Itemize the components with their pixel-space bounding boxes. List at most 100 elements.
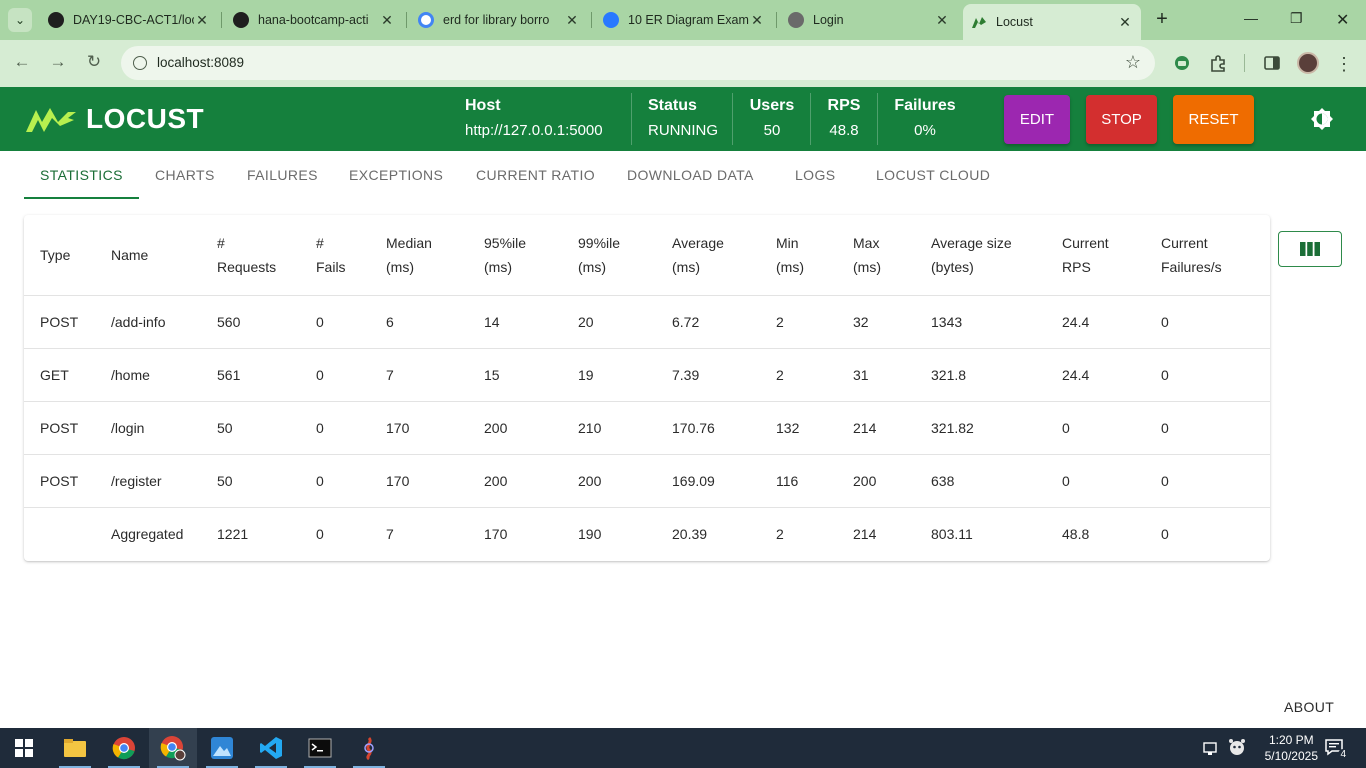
close-tab-icon[interactable]: ✕ — [934, 12, 950, 29]
theme-toggle-icon[interactable] — [1310, 107, 1334, 131]
column-header[interactable]: # Requests — [217, 231, 276, 279]
column-header[interactable]: 95%ile (ms) — [484, 231, 526, 279]
rps-label: RPS — [827, 97, 861, 114]
table-cell: 0 — [316, 473, 324, 489]
tab-logs[interactable]: LOGS — [795, 167, 836, 183]
browser-tab[interactable]: 10 ER Diagram Exam ✕ — [595, 4, 773, 36]
tab-search-button[interactable]: ⌄ — [0, 0, 40, 40]
file-explorer-icon[interactable] — [51, 728, 99, 768]
puzzle-extensions-icon[interactable] — [1208, 54, 1228, 72]
column-header-text: # — [316, 235, 324, 251]
reset-button[interactable]: RESET — [1173, 95, 1254, 144]
photos-icon[interactable] — [198, 728, 246, 768]
status-label: Status — [648, 97, 697, 114]
browser-tab[interactable]: Locust ✕ — [963, 4, 1141, 40]
address-bar[interactable]: localhost:8089 ☆ — [121, 46, 1155, 80]
column-header[interactable]: Name — [111, 243, 148, 267]
column-header-text: Average size — [931, 235, 1012, 251]
table-cell: 24.4 — [1062, 314, 1090, 330]
vscode-icon[interactable] — [247, 728, 295, 768]
windows-start-icon[interactable] — [0, 728, 48, 768]
stop-button[interactable]: STOP — [1086, 95, 1157, 144]
column-header[interactable]: Average (ms) — [672, 231, 724, 279]
minimize-icon[interactable]: — — [1244, 10, 1258, 26]
extension-icon[interactable] — [1172, 54, 1192, 72]
table-row: GET/home 561 0 7 15 19 7.39 2 31 321.8 24.4 0 — [24, 349, 1270, 402]
profile-avatar[interactable] — [1297, 52, 1319, 74]
browser-tab[interactable]: Login ✕ — [780, 4, 958, 36]
tab-locust-cloud[interactable]: LOCUST CLOUD — [876, 167, 990, 183]
browser-tab[interactable]: hana-bootcamp-acti ✕ — [225, 4, 403, 36]
table-cell: 210 — [578, 420, 602, 436]
close-window-icon[interactable]: ✕ — [1336, 10, 1349, 30]
statistics-table: Type Name # Requests # Fails Median (ms) 95%ile (… — [24, 215, 1270, 561]
browser-tab-title: DAY19-CBC-ACT1/loc — [73, 13, 194, 27]
browser-toolbar: ← → ↻ localhost:8089 ☆ ⋮ — [0, 40, 1366, 87]
tab-download-data[interactable]: DOWNLOAD DATA — [627, 167, 754, 183]
table-cell: POST — [40, 473, 79, 489]
close-tab-icon[interactable]: ✕ — [1117, 14, 1133, 31]
chrome-profile-icon[interactable] — [149, 728, 197, 768]
tray-clock[interactable]: 1:20 PM 5/10/2025 — [1265, 732, 1318, 764]
column-header[interactable]: Type — [40, 243, 70, 267]
column-header[interactable]: Current RPS — [1062, 231, 1109, 279]
jmeter-icon[interactable] — [345, 728, 393, 768]
column-header[interactable]: Current Failures/s — [1161, 231, 1222, 279]
close-tab-icon[interactable]: ✕ — [749, 12, 765, 29]
host-value: http://127.0.0.1:5000 — [465, 122, 603, 139]
column-header[interactable]: Median (ms) — [386, 231, 432, 279]
host-stat: Host http://127.0.0.1:5000 — [465, 97, 603, 140]
site-info-icon[interactable] — [133, 56, 147, 70]
tab-charts[interactable]: CHARTS — [155, 167, 215, 183]
rps-stat: RPS 48.8 — [827, 97, 861, 140]
table-cell: 14 — [484, 314, 500, 330]
edit-button[interactable]: EDIT — [1004, 95, 1070, 144]
column-header-text: Requests — [217, 259, 277, 275]
tab-statistics[interactable]: STATISTICS — [40, 167, 123, 183]
header-divider — [732, 93, 733, 145]
browser-tab[interactable]: DAY19-CBC-ACT1/loc ✕ — [40, 4, 218, 36]
network-icon[interactable] — [1203, 740, 1221, 761]
table-cell: 561 — [217, 367, 241, 383]
table-cell: 200 — [484, 420, 508, 436]
restore-icon[interactable]: ❐ — [1290, 10, 1303, 27]
notifications-icon[interactable]: 4 — [1324, 738, 1348, 760]
side-panel-icon[interactable] — [1262, 54, 1282, 72]
close-tab-icon[interactable]: ✕ — [194, 12, 210, 29]
kebab-menu-icon[interactable]: ⋮ — [1334, 54, 1354, 74]
column-header-text: RPS — [1062, 259, 1091, 275]
new-tab-button[interactable]: + — [1151, 8, 1173, 32]
tab-current-ratio[interactable]: CURRENT RATIO — [476, 167, 595, 183]
tray-app-icon[interactable] — [1228, 738, 1246, 761]
column-header[interactable]: # Fails — [316, 231, 346, 279]
address-url[interactable]: localhost:8089 — [157, 55, 244, 70]
table-cell: 0 — [1161, 526, 1169, 542]
chrome-icon[interactable] — [100, 728, 148, 768]
browser-tab-title: hana-bootcamp-acti — [258, 13, 369, 27]
column-header[interactable]: Max (ms) — [853, 231, 881, 279]
column-selector-button[interactable] — [1278, 231, 1342, 267]
table-cell: 32 — [853, 314, 869, 330]
back-arrow-icon[interactable]: ← — [10, 52, 34, 74]
table-cell: /login — [111, 420, 145, 436]
table-cell: 7.39 — [672, 367, 700, 383]
tab-failures[interactable]: FAILURES — [247, 167, 318, 183]
table-cell: 0 — [1161, 314, 1169, 330]
bookmark-star-icon[interactable]: ☆ — [1125, 52, 1141, 73]
terminal-icon[interactable] — [296, 728, 344, 768]
table-cell: 200 — [853, 473, 877, 489]
tab-exceptions[interactable]: EXCEPTIONS — [349, 167, 443, 183]
about-link[interactable]: ABOUT — [1284, 699, 1334, 715]
column-header[interactable]: 99%ile (ms) — [578, 231, 620, 279]
toolbar-divider — [1244, 54, 1245, 72]
close-tab-icon[interactable]: ✕ — [564, 12, 580, 29]
locust-logo[interactable]: LOCUST — [24, 103, 204, 135]
forward-arrow-icon[interactable]: → — [46, 52, 70, 74]
table-cell: 132 — [776, 420, 800, 436]
close-tab-icon[interactable]: ✕ — [379, 12, 395, 29]
reload-icon[interactable]: ↻ — [82, 52, 106, 74]
column-header-text: Median — [386, 235, 432, 251]
browser-tab[interactable]: erd for library borro ✕ — [410, 4, 588, 36]
column-header[interactable]: Average size (bytes) — [931, 231, 1012, 279]
column-header[interactable]: Min (ms) — [776, 231, 804, 279]
